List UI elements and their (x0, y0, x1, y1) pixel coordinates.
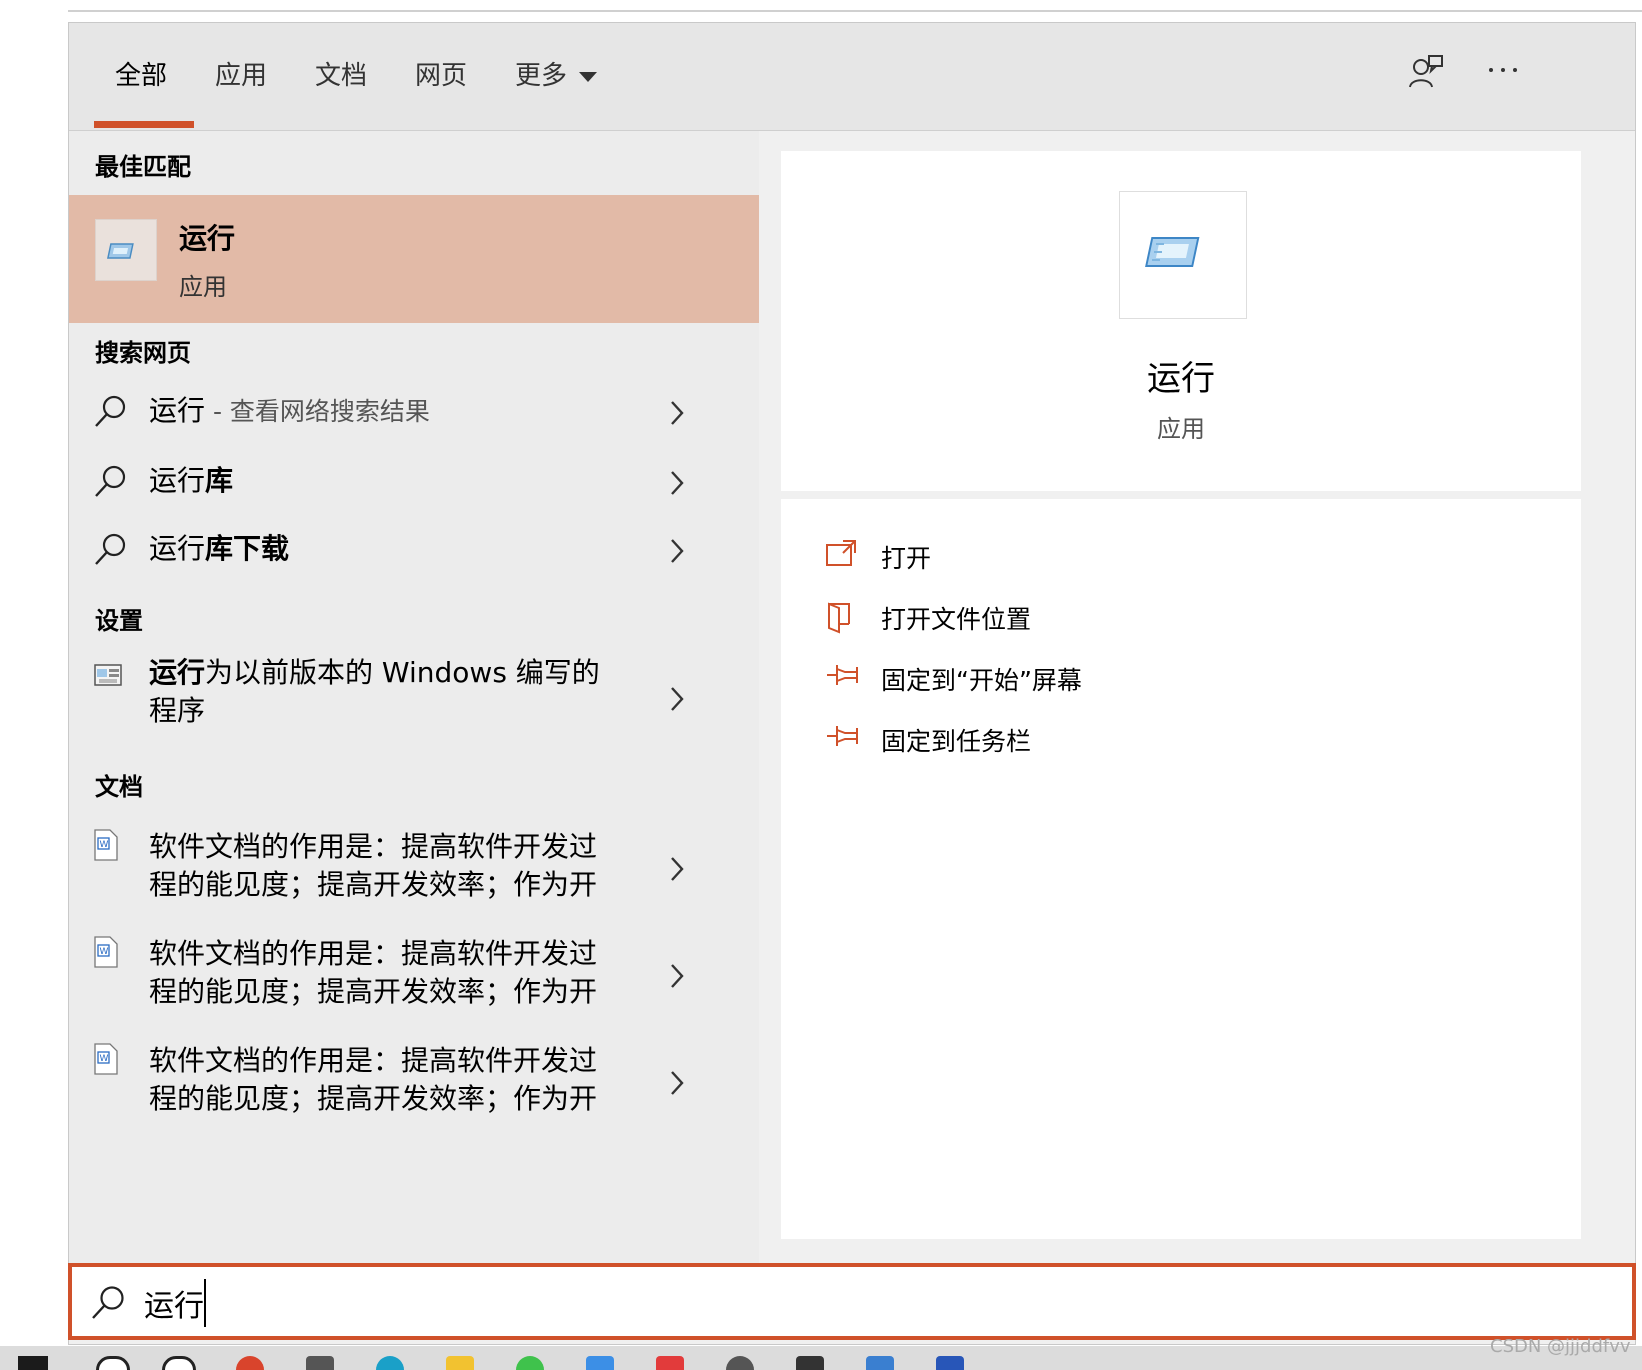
tab-all[interactable]: 全部 (115, 55, 167, 92)
chevron-right-icon (667, 469, 687, 501)
pin-icon (825, 722, 861, 754)
taskbar (0, 1346, 1642, 1370)
svg-text:W: W (100, 840, 109, 850)
document-title-line1: 软件文档的作用是：提高软件开发过 (149, 937, 598, 970)
document-result-item[interactable]: W 软件文档的作用是：提高软件开发过 程的能见度；提高开发效率；作为开 (69, 1037, 759, 1127)
web-result-item[interactable]: 运行 - 查看网络搜索结果 (69, 381, 759, 445)
search-icon (93, 393, 129, 433)
settings-result-text-line2: 程序 (149, 694, 206, 727)
active-tab-indicator (94, 121, 194, 128)
web-result-query: 运行 (149, 532, 206, 565)
wechat-icon[interactable] (516, 1356, 544, 1370)
web-result-query: 运行 (149, 394, 206, 427)
chevron-right-icon (667, 399, 687, 431)
document-title-line1: 软件文档的作用是：提高软件开发过 (149, 1044, 598, 1077)
web-result-suggestion: 库下载 (205, 532, 290, 565)
chevron-right-icon (667, 1069, 687, 1101)
document-title-line2: 程的能见度；提高开发效率；作为开 (149, 868, 598, 901)
section-search-web: 搜索网页 (95, 339, 191, 367)
chevron-right-icon (667, 537, 687, 569)
feedback-icon[interactable] (1407, 53, 1445, 95)
section-settings: 设置 (95, 607, 143, 635)
settings-result-keyword: 运行 (149, 656, 206, 689)
task-view-icon[interactable] (162, 1356, 196, 1370)
web-result-hint: - 查看网络搜索结果 (205, 397, 430, 426)
search-taskbar-icon[interactable] (96, 1356, 130, 1370)
app-actions-card: 打开 打开文件位置 固定到“开始”屏幕 固定到任务栏 (781, 499, 1581, 1239)
app-preview-card: 运行 应用 (781, 151, 1581, 491)
best-match-item[interactable]: 运行 应用 (69, 195, 759, 323)
chevron-right-icon (667, 685, 687, 717)
run-app-large-icon (1119, 191, 1247, 319)
run-app-icon (95, 219, 157, 281)
desktop-edge (0, 0, 68, 1370)
svg-text:W: W (100, 947, 109, 957)
detail-app-title: 运行 (1147, 359, 1215, 399)
more-options-icon[interactable] (1487, 61, 1519, 80)
chrome-icon[interactable] (236, 1356, 264, 1370)
document-result-item[interactable]: W 软件文档的作用是：提高软件开发过 程的能见度；提高开发效率；作为开 (69, 823, 759, 913)
tab-apps[interactable]: 应用 (215, 55, 267, 92)
chevron-right-icon (667, 962, 687, 994)
web-result-item[interactable]: 运行库下载 (69, 519, 759, 583)
tab-more-label: 更多 (515, 61, 568, 91)
edge-icon[interactable] (376, 1356, 404, 1370)
word-document-icon: W (93, 1043, 119, 1079)
search-panel: 全部 应用 文档 网页 更多 最佳匹配 运行 应用 搜索网页 运行 - 查看网络… (68, 22, 1636, 1345)
pin-to-taskbar-label: 固定到任务栏 (881, 727, 1032, 756)
settings-app-icon (93, 661, 125, 695)
word-document-icon: W (93, 829, 119, 865)
app-icon[interactable] (936, 1356, 964, 1370)
web-result-query: 运行 (149, 464, 206, 497)
dropdown-arrow-icon (579, 71, 598, 82)
tab-bar: 全部 应用 文档 网页 更多 (69, 23, 1635, 131)
section-documents: 文档 (95, 773, 143, 801)
app-icon[interactable] (866, 1356, 894, 1370)
tab-documents[interactable]: 文档 (315, 55, 367, 92)
store-icon[interactable] (306, 1356, 334, 1370)
app-icon[interactable] (726, 1356, 754, 1370)
file-location-icon (825, 600, 859, 638)
document-result-item[interactable]: W 软件文档的作用是：提高软件开发过 程的能见度；提高开发效率；作为开 (69, 930, 759, 1020)
web-result-item[interactable]: 运行库 (69, 451, 759, 515)
search-icon (93, 463, 129, 503)
start-menu-icon[interactable] (18, 1356, 48, 1370)
search-box[interactable]: 运行 (68, 1263, 1636, 1340)
detail-app-subtitle: 应用 (1157, 415, 1205, 443)
svg-text:W: W (100, 1054, 109, 1064)
search-input[interactable]: 运行 (144, 1281, 204, 1325)
search-icon (90, 1283, 128, 1325)
chevron-right-icon (667, 855, 687, 887)
best-match-subtitle: 应用 (179, 273, 227, 301)
document-title-line1: 软件文档的作用是：提高软件开发过 (149, 830, 598, 863)
document-title-line2: 程的能见度；提高开发效率；作为开 (149, 1082, 598, 1115)
search-icon (93, 531, 129, 571)
word-document-icon: W (93, 936, 119, 972)
best-match-title: 运行 (179, 222, 236, 255)
settings-result-text: 为以前版本的 Windows 编写的 (205, 656, 600, 689)
window-top-edge (68, 10, 1642, 12)
tab-more[interactable]: 更多 (515, 55, 598, 92)
detail-pane: 运行 应用 打开 打开文件位置 固定到“开始”屏幕 固定到任务栏 (759, 131, 1635, 1267)
tab-web[interactable]: 网页 (415, 55, 467, 92)
section-best-match: 最佳匹配 (95, 153, 191, 181)
mail-icon[interactable] (586, 1356, 614, 1370)
watermark: CSDN @jjjddfvv (1490, 1336, 1631, 1357)
file-explorer-icon[interactable] (446, 1356, 474, 1370)
document-title-line2: 程的能见度；提高开发效率；作为开 (149, 975, 598, 1008)
results-list: 最佳匹配 运行 应用 搜索网页 运行 - 查看网络搜索结果 运行库 运行库下载 … (69, 131, 759, 1267)
open-icon (825, 539, 859, 573)
open-file-location-label: 打开文件位置 (881, 605, 1032, 634)
pin-to-start-label: 固定到“开始”屏幕 (881, 666, 1082, 695)
settings-result-item[interactable]: 运行为以前版本的 Windows 编写的 程序 (69, 651, 759, 741)
app-icon[interactable] (656, 1356, 684, 1370)
open-label: 打开 (881, 544, 932, 573)
text-cursor (204, 1279, 206, 1327)
pin-icon (825, 661, 861, 693)
web-result-suggestion: 库 (205, 464, 234, 497)
terminal-icon[interactable] (796, 1356, 824, 1370)
